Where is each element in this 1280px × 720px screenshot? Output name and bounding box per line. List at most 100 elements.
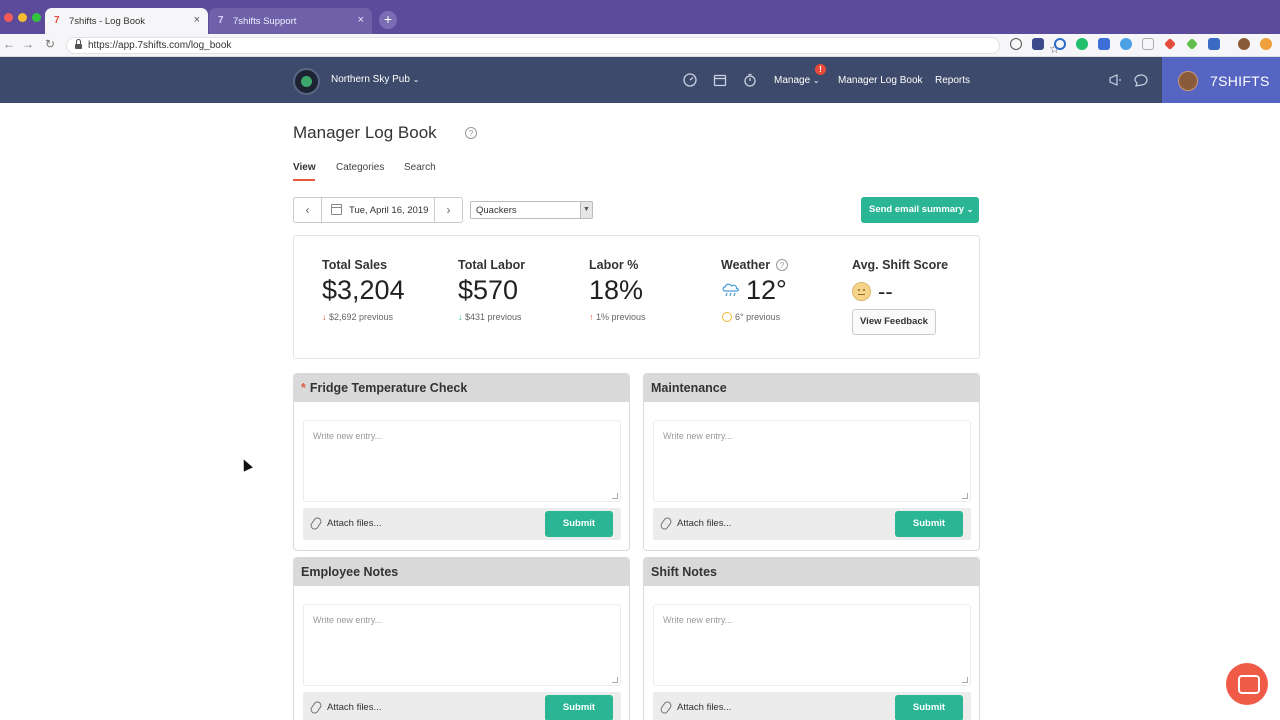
weather-label: Weather	[721, 258, 771, 272]
calendar-icon[interactable]	[713, 73, 727, 87]
resize-handle-icon[interactable]	[612, 677, 618, 683]
submit-button[interactable]: Submit	[545, 695, 613, 720]
submit-button[interactable]: Submit	[895, 695, 963, 720]
arrow-up-icon: ↑	[589, 312, 594, 322]
next-day-button[interactable]: ›	[434, 198, 462, 222]
resize-handle-icon[interactable]	[962, 677, 968, 683]
extension-icon[interactable]	[1032, 38, 1044, 50]
category-title: Employee Notes	[301, 565, 399, 579]
megaphone-icon[interactable]	[1108, 73, 1122, 87]
new-entry-placeholder: Write new entry...	[313, 615, 383, 625]
active-tab-indicator	[293, 179, 315, 181]
extension-icon[interactable]	[1010, 38, 1022, 50]
category-card-header: Maintenance	[644, 374, 979, 402]
location-logo[interactable]	[293, 68, 320, 95]
window-minimize-button[interactable]	[18, 13, 27, 22]
total-sales-previous-text: $2,692 previous	[329, 312, 394, 322]
extension-icon[interactable]	[1098, 38, 1110, 50]
category-card-header: Shift Notes	[644, 558, 979, 586]
browser-tab-title: 7shifts Support	[233, 15, 297, 27]
window-close-button[interactable]	[4, 13, 13, 22]
manage-menu[interactable]: Manage ⌄	[774, 75, 820, 86]
category-card-footer: Attach files... Submit	[303, 692, 621, 720]
manage-label: Manage	[774, 75, 811, 86]
help-question-icon[interactable]: ?	[465, 127, 477, 139]
new-entry-textarea[interactable]: Write new entry...	[303, 604, 621, 686]
new-entry-textarea[interactable]: Write new entry...	[653, 420, 971, 502]
browser-tab-support[interactable]: 7 7shifts Support ×	[209, 8, 372, 34]
attach-files-link[interactable]: Attach files...	[677, 518, 731, 529]
attach-files-link[interactable]: Attach files...	[327, 518, 381, 529]
user-avatar[interactable]	[1178, 71, 1198, 91]
window-zoom-button[interactable]	[32, 13, 41, 22]
submit-button[interactable]: Submit	[545, 511, 613, 537]
browser-tab-log-book[interactable]: 7 7shifts - Log Book ×	[45, 8, 208, 34]
total-labor-previous-text: $431 previous	[465, 312, 522, 322]
send-email-summary-button[interactable]: Send email summary ⌄	[861, 197, 979, 223]
resize-handle-icon[interactable]	[612, 493, 618, 499]
selected-date[interactable]: Tue, April 16, 2019	[349, 205, 428, 216]
help-question-icon[interactable]: ?	[776, 259, 788, 271]
new-entry-textarea[interactable]: Write new entry...	[653, 604, 971, 686]
attach-files-link[interactable]: Attach files...	[677, 702, 731, 713]
close-tab-icon[interactable]: ×	[194, 14, 200, 26]
profile-avatar-icon[interactable]	[1238, 38, 1250, 50]
arrow-down-icon: ↓	[322, 312, 327, 322]
back-arrow-icon[interactable]: ←	[3, 37, 15, 51]
location-select[interactable]: Quackers ▼	[470, 201, 593, 219]
new-tab-button[interactable]: +	[379, 11, 397, 29]
nav-reports[interactable]: Reports	[935, 75, 970, 86]
category-title: * Fridge Temperature Check	[301, 381, 467, 395]
total-sales-label: Total Sales	[322, 258, 388, 272]
calendar-icon	[331, 204, 342, 215]
seven-shifts-logo[interactable]: 7SHIFTS	[1210, 73, 1270, 89]
avg-shift-score-label: Avg. Shift Score	[852, 258, 949, 272]
resize-handle-icon[interactable]	[962, 493, 968, 499]
category-card-fridge-temperature-check: * Fridge Temperature Check Write new entr…	[293, 373, 630, 551]
url-input[interactable]: https://app.7shifts.com/log_book ☆	[66, 37, 1060, 56]
category-card-maintenance: Maintenance Write new entry... Attach fi…	[643, 373, 980, 551]
category-title: Shift Notes	[651, 565, 717, 579]
grammarly-extension-icon[interactable]	[1076, 38, 1088, 50]
category-card-shift-notes: Shift Notes Write new entry... Attach fi…	[643, 557, 980, 720]
neutral-face-icon	[852, 282, 871, 301]
weather-previous: 6° previous	[735, 312, 781, 322]
reload-icon[interactable]: ↻	[45, 37, 55, 51]
paperclip-icon	[308, 699, 324, 716]
support-chat-button[interactable]	[1226, 663, 1268, 705]
tab-view[interactable]: View	[293, 162, 316, 173]
submit-button[interactable]: Submit	[895, 511, 963, 537]
attach-files-link[interactable]: Attach files...	[327, 702, 381, 713]
view-feedback-button[interactable]: View Feedback	[852, 309, 936, 335]
url-text: https://app.7shifts.com/log_book	[88, 40, 232, 51]
dashboard-gauge-icon[interactable]	[683, 73, 697, 87]
forward-arrow-icon[interactable]: →	[22, 37, 34, 51]
extension-icon[interactable]	[1120, 38, 1132, 50]
category-card-header: * Fridge Temperature Check	[294, 374, 629, 402]
category-title: Maintenance	[651, 381, 727, 395]
chat-bubble-icon[interactable]	[1134, 73, 1148, 87]
send-email-summary-label: Send email summary	[869, 204, 965, 215]
location-switcher[interactable]: Northern Sky Pub ⌄	[331, 74, 419, 85]
avg-shift-score-value: --	[878, 279, 893, 304]
tab-search[interactable]: Search	[404, 162, 436, 173]
nav-manager-log-book[interactable]: Manager Log Book	[838, 75, 923, 86]
total-labor-previous: ↓ $431 previous	[458, 312, 522, 322]
extension-icon[interactable]	[1260, 38, 1272, 50]
previous-day-button[interactable]: ‹	[294, 198, 322, 222]
browser-address-bar: ← → ↻ https://app.7shifts.com/log_book ☆	[0, 34, 1280, 57]
mouse-cursor-icon	[239, 457, 253, 472]
paperclip-icon	[308, 515, 324, 532]
close-tab-icon[interactable]: ×	[358, 14, 364, 26]
extension-icon[interactable]	[1054, 38, 1066, 50]
location-name: Northern Sky Pub	[331, 74, 410, 85]
tab-categories[interactable]: Categories	[336, 162, 384, 173]
extension-icon[interactable]	[1142, 38, 1154, 50]
new-entry-placeholder: Write new entry...	[663, 615, 733, 625]
extension-icon[interactable]	[1208, 38, 1220, 50]
stopwatch-icon[interactable]	[743, 73, 757, 87]
chevron-down-icon: ⌄	[966, 205, 974, 214]
category-title-text: Fridge Temperature Check	[309, 381, 468, 395]
new-entry-textarea[interactable]: Write new entry...	[303, 420, 621, 502]
total-labor-value: $570	[458, 275, 519, 305]
